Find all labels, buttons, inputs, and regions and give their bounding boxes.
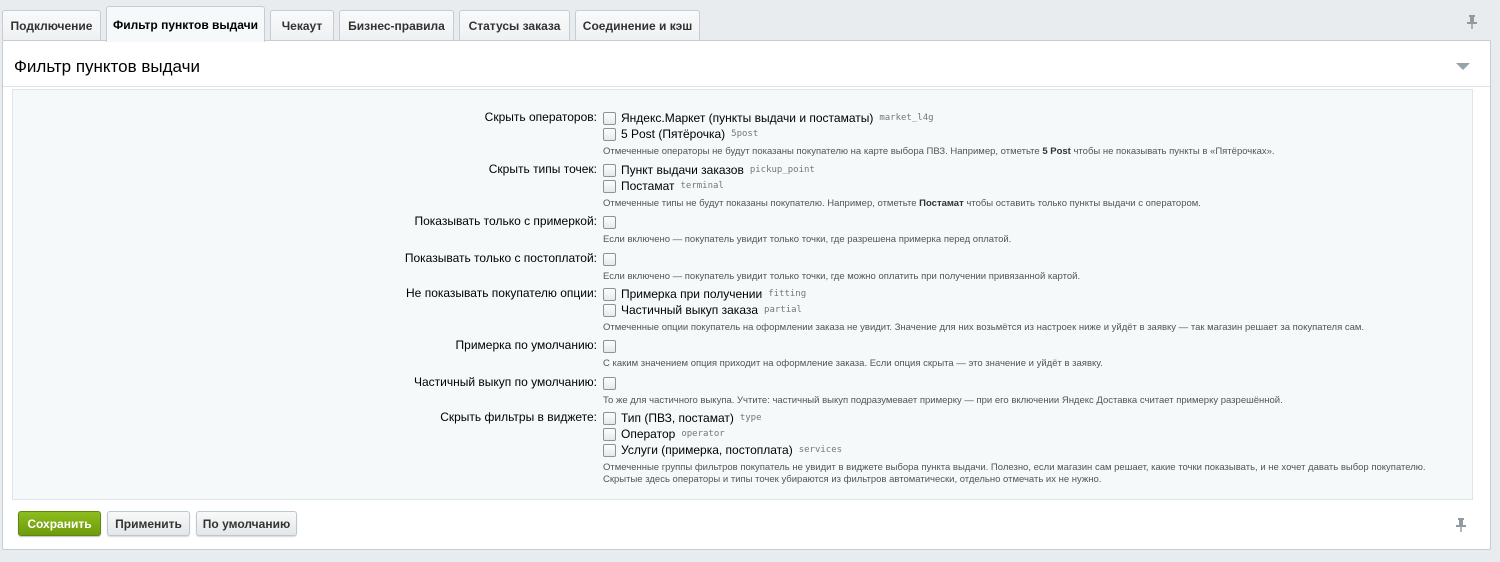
option-code: services <box>798 445 843 455</box>
apply-button[interactable]: Применить <box>107 511 190 536</box>
checkbox-pickup-point[interactable] <box>603 163 616 177</box>
checkbox-fitting-default[interactable] <box>603 339 616 353</box>
hint-fitting-default: С каким значением опция приходит на офор… <box>603 358 1103 369</box>
label-hide-point-types: Скрыть типы точек: <box>488 162 597 176</box>
option-pickup-point: Пункт выдачи заказов pickup_point <box>603 162 1453 178</box>
field-fitting-default: С каким значением опция приходит на офор… <box>603 338 1453 370</box>
label-postpay-only: Показывать только с постоплатой: <box>404 251 597 265</box>
option-label: Частичный выкуп заказа <box>621 303 759 317</box>
checkbox-services[interactable] <box>603 443 616 457</box>
tab-bar: Подключение Фильтр пунктов выдачи Чекаут… <box>0 0 1500 42</box>
option-code: partial <box>764 305 802 315</box>
field-hide-widget-filters: Тип (ПВЗ, постамат) type Оператор operat… <box>603 410 1453 486</box>
checkbox-5post[interactable] <box>603 127 616 141</box>
tab-order-statuses[interactable]: Статусы заказа <box>459 10 570 40</box>
option-code: market_l4g <box>879 113 934 123</box>
label-hide-widget-filters: Скрыть фильтры в виджете: <box>440 410 597 424</box>
settings-panel: Фильтр пунктов выдачи Скрыть операторов:… <box>2 40 1491 550</box>
default-button[interactable]: По умолчанию <box>196 511 297 536</box>
option-label: Услуги (примерка, постоплата) <box>621 443 793 457</box>
field-fitting-only: Если включено — покупатель увидит только… <box>603 214 1453 246</box>
option-label: Примерка при получении <box>621 287 763 301</box>
hint-hide-point-types: Отмеченные типы не будут показаны покупа… <box>603 198 1201 209</box>
option-label: Яндекс.Маркет (пункты выдачи и постаматы… <box>621 111 874 125</box>
hint-fitting-only: Если включено — покупатель увидит только… <box>603 234 1012 245</box>
hint-hide-widget-filters: Отмеченные группы фильтров покупатель не… <box>603 462 1426 485</box>
label-hide-operators: Скрыть операторов: <box>484 110 597 124</box>
field-partial-default: То же для частичного выкупа. Учтите: час… <box>603 375 1453 407</box>
checkbox-operator[interactable] <box>603 427 616 441</box>
option-label: Тип (ПВЗ, постамат) <box>621 411 734 425</box>
panel-title: Фильтр пунктов выдачи <box>14 57 200 76</box>
label-fitting-default: Примерка по умолчанию: <box>455 338 597 352</box>
form-area: Скрыть операторов: Яндекс.Маркет (пункты… <box>12 89 1473 500</box>
option-type: Тип (ПВЗ, постамат) type <box>603 410 1453 426</box>
checkbox-fitting-only[interactable] <box>603 215 616 229</box>
option-code: pickup_point <box>749 165 815 175</box>
hint-hide-options: Отмеченные опции покупатель на оформлени… <box>603 322 1365 333</box>
option-fitting: Примерка при получении fitting <box>603 286 1453 302</box>
option-label: Оператор <box>621 427 676 441</box>
option-code: fitting <box>768 289 807 299</box>
hint-hide-operators: Отмеченные операторы не будут показаны п… <box>603 146 1275 157</box>
option-label: 5 Post (Пятёрочка) <box>621 127 726 141</box>
label-fitting-only: Показывать только с примеркой: <box>414 214 597 228</box>
field-hide-options: Примерка при получении fitting Частичный… <box>603 286 1453 334</box>
tab-pickup-filter[interactable]: Фильтр пунктов выдачи <box>106 6 265 42</box>
option-label: Пункт выдачи заказов <box>621 163 744 177</box>
option-market: Яндекс.Маркет (пункты выдачи и постаматы… <box>603 110 1453 126</box>
hint-postpay-only: Если включено — покупатель увидит только… <box>603 271 1081 282</box>
option-services: Услуги (примерка, постоплата) services <box>603 442 1453 458</box>
field-hide-point-types: Пункт выдачи заказов pickup_point Постам… <box>603 162 1453 210</box>
option-terminal: Постамат terminal <box>603 178 1453 194</box>
tab-business-rules[interactable]: Бизнес-правила <box>339 10 454 40</box>
field-hide-operators: Яндекс.Маркет (пункты выдачи и постаматы… <box>603 110 1453 158</box>
checkbox-market[interactable] <box>603 111 616 125</box>
save-button[interactable]: Сохранить <box>18 511 101 536</box>
option-code: 5post <box>731 129 759 139</box>
pin-icon[interactable] <box>1466 14 1478 30</box>
checkbox-postpay-only[interactable] <box>603 252 616 266</box>
label-hide-options: Не показывать покупателю опции: <box>406 286 597 300</box>
option-code: terminal <box>680 181 724 191</box>
label-partial-default: Частичный выкуп по умолчанию: <box>414 375 597 389</box>
checkbox-type[interactable] <box>603 411 616 425</box>
chevron-down-icon[interactable] <box>1456 63 1470 70</box>
tab-connection[interactable]: Подключение <box>2 10 101 40</box>
checkbox-partial[interactable] <box>603 303 616 317</box>
option-partial: Частичный выкуп заказа partial <box>603 302 1453 318</box>
panel-header: Фильтр пунктов выдачи <box>3 41 1490 87</box>
option-5post: 5 Post (Пятёрочка) 5post <box>603 126 1453 142</box>
checkbox-fitting[interactable] <box>603 287 616 301</box>
option-label: Постамат <box>621 179 675 193</box>
checkbox-partial-default[interactable] <box>603 376 616 390</box>
pin-icon[interactable] <box>1455 517 1467 533</box>
option-code: operator <box>681 429 725 439</box>
tab-checkout[interactable]: Чекаут <box>270 10 334 40</box>
field-postpay-only: Если включено — покупатель увидит только… <box>603 251 1453 283</box>
option-operator: Оператор operator <box>603 426 1453 442</box>
hint-partial-default: То же для частичного выкупа. Учтите: час… <box>603 395 1283 406</box>
checkbox-terminal[interactable] <box>603 179 616 193</box>
tab-connection-cache[interactable]: Соединение и кэш <box>575 10 700 40</box>
option-code: type <box>739 413 762 423</box>
